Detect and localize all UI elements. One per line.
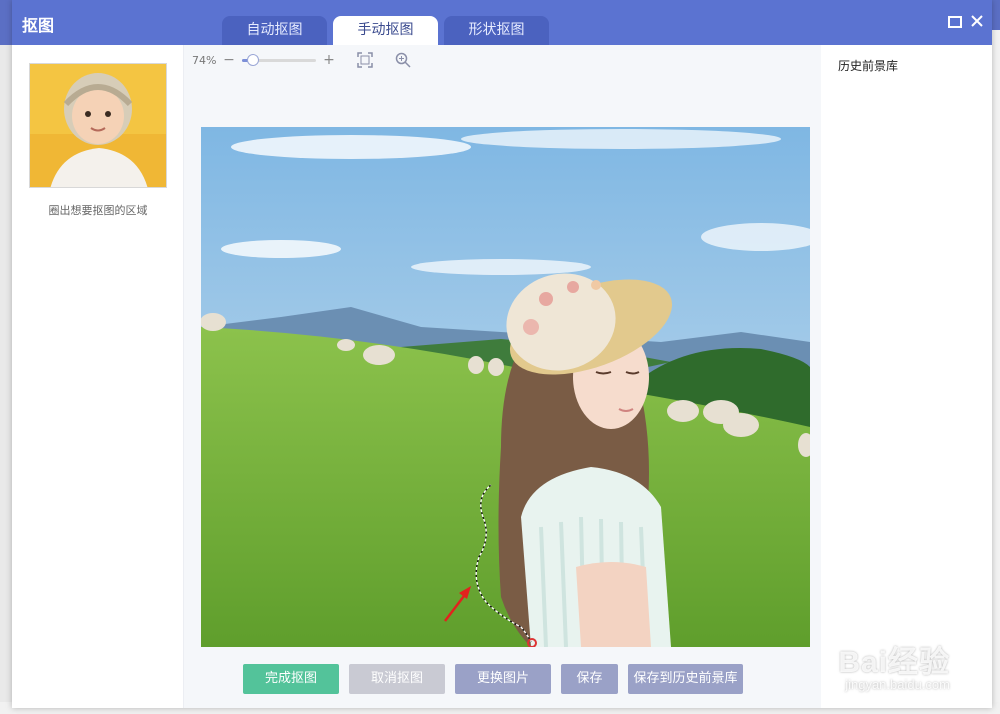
tab-shape-cutout[interactable]: 形状抠图: [444, 16, 549, 45]
cancel-cutout-button[interactable]: 取消抠图: [349, 664, 445, 694]
baidu-jingyan-watermark: Bai经验 jingyan.baidu.com: [838, 637, 950, 692]
history-panel-title: 历史前景库: [838, 59, 899, 73]
zoom-toolbar: 74% − +: [192, 51, 412, 69]
finish-cutout-button[interactable]: 完成抠图: [243, 664, 339, 694]
dialog-title: 抠图: [22, 16, 55, 35]
edit-area: 74% − + 完成抠图 取消抠图 更换图片 保存 保存到历史前景库: [184, 45, 821, 708]
dialog-titlebar: 抠图 自动抠图 手动抠图 形状抠图: [12, 0, 992, 45]
action-buttons: 完成抠图 取消抠图 更换图片 保存 保存到历史前景库: [243, 664, 753, 694]
watermark-logo-text: Bai经验: [838, 646, 950, 679]
source-caption: 圈出想要抠图的区域: [48, 204, 148, 217]
tab-manual-cutout[interactable]: 手动抠图: [333, 16, 438, 45]
replace-image-button[interactable]: 更换图片: [455, 664, 551, 694]
magnifier-icon[interactable]: [394, 51, 412, 69]
history-panel: 历史前景库: [821, 45, 992, 708]
zoom-out-icon[interactable]: −: [222, 52, 236, 68]
photo-canvas[interactable]: [201, 127, 810, 647]
source-thumbnail[interactable]: [29, 63, 167, 188]
save-to-history-button[interactable]: 保存到历史前景库: [628, 664, 743, 694]
background-app-edge-right: [992, 30, 1000, 714]
tab-auto-cutout[interactable]: 自动抠图: [222, 16, 327, 45]
mode-tabs: 自动抠图 手动抠图 形状抠图: [222, 16, 555, 45]
source-panel: 圈出想要抠图的区域: [12, 45, 184, 708]
zoom-value: 74%: [192, 53, 217, 67]
watermark-url: jingyan.baidu.com: [845, 677, 950, 692]
zoom-slider[interactable]: [242, 53, 316, 66]
background-app-edge: [0, 45, 12, 714]
save-button[interactable]: 保存: [561, 664, 618, 694]
zoom-slider-handle[interactable]: [247, 53, 260, 66]
maximize-icon[interactable]: [946, 14, 964, 32]
close-icon[interactable]: [968, 14, 986, 32]
cutout-dialog: 抠图 自动抠图 手动抠图 形状抠图 圈出想要抠图的区域 74% − + 完成抠图…: [12, 0, 992, 708]
zoom-in-icon[interactable]: +: [322, 52, 336, 68]
fit-screen-icon[interactable]: [356, 51, 374, 69]
